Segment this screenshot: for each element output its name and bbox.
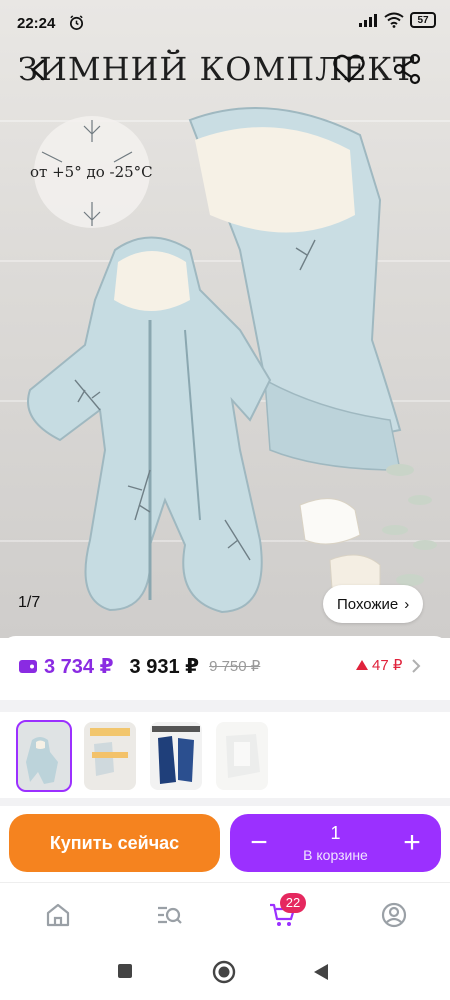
thumbnail-1[interactable] [16, 720, 72, 792]
bottom-navigation: 22 [0, 882, 450, 944]
card-price: 3 734 ₽ [44, 655, 114, 678]
chevron-left-icon [31, 59, 45, 81]
wallet-icon [19, 660, 37, 673]
recents-button[interactable] [116, 962, 134, 980]
image-counter: 1/7 [18, 594, 41, 611]
similar-label: Похожие [337, 595, 399, 613]
cart-count-badge: 22 [280, 893, 306, 913]
product-photo [27, 107, 437, 614]
share-icon [393, 53, 421, 85]
alarm-icon [69, 15, 84, 30]
thumbnail-3[interactable] [150, 722, 202, 790]
section-divider [0, 798, 450, 806]
signal-icon [359, 14, 377, 27]
status-bar: 22:24 57 [0, 0, 450, 46]
share-button[interactable] [390, 52, 426, 88]
chevron-right-icon [412, 659, 421, 673]
profile-icon[interactable] [380, 901, 408, 929]
similar-button[interactable]: Похожие › [323, 585, 424, 623]
price-change: 47 ₽ [356, 656, 402, 674]
back-button[interactable] [312, 962, 330, 982]
thumbnail-2[interactable] [84, 722, 136, 790]
favorite-button[interactable] [332, 52, 366, 88]
old-price: 9 750 ₽ [209, 658, 261, 675]
buy-now-button[interactable]: Купить сейчас [9, 814, 220, 872]
price-row[interactable]: 3 734 ₽ 3 931 ₽ 9 750 ₽ 47 ₽ [0, 636, 450, 696]
battery-icon: 57 [410, 12, 436, 28]
price-change-value: 47 ₽ [372, 657, 403, 674]
temperature-label: от +5° до -25°С [30, 163, 153, 181]
status-icons: 57 [358, 12, 436, 28]
catalog-search-icon[interactable] [155, 901, 183, 929]
heart-icon [333, 54, 365, 83]
section-divider [0, 700, 450, 712]
chevron-right-icon: › [404, 595, 410, 613]
home-icon[interactable] [44, 901, 72, 929]
thumbnail-strip [16, 720, 268, 792]
system-navigation-bar [0, 944, 450, 1000]
thumbnail-4[interactable] [216, 722, 268, 790]
status-time: 22:24 [17, 15, 56, 32]
product-page: от +5° до -25°С ЗИМНИЙ КОМПЛЕКТ 22:24 57 [0, 0, 450, 1000]
wifi-icon [384, 12, 404, 28]
increase-quantity-button[interactable]: + [393, 824, 431, 862]
triangle-up-icon [356, 660, 368, 670]
product-image-gallery[interactable]: от +5° до -25°С ЗИМНИЙ КОМПЛЕКТ [0, 0, 450, 638]
back-button[interactable] [18, 48, 58, 92]
home-button[interactable] [212, 960, 236, 984]
price: 3 931 ₽ [129, 655, 200, 678]
cart-quantity-control: − 1 В корзине + [230, 814, 441, 872]
